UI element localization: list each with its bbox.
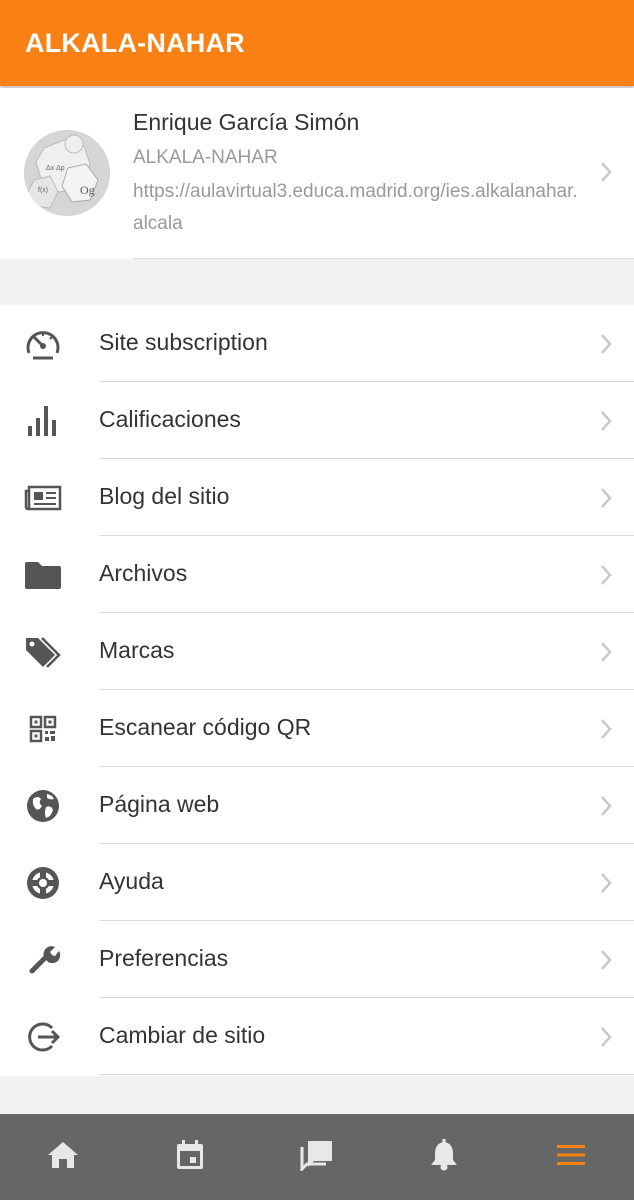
chevron-right-icon	[600, 641, 612, 668]
menu-item-label: Marcas	[99, 637, 175, 663]
menu-item-escanear-qr[interactable]: Escanear código QR	[0, 690, 634, 767]
chevron-right-icon	[600, 161, 612, 188]
chevron-right-icon	[600, 872, 612, 899]
menu-item-calificaciones[interactable]: Calificaciones	[0, 382, 634, 459]
qr-code-icon	[24, 710, 62, 748]
bar-chart-icon	[24, 402, 62, 440]
chevron-right-icon	[600, 718, 612, 745]
tab-home[interactable]	[0, 1114, 127, 1200]
menu-item-label: Archivos	[99, 560, 188, 586]
profile-card[interactable]: Og Δx Δp f(x) Enrique García Simón ALKAL…	[0, 88, 634, 259]
lifebuoy-icon	[24, 864, 62, 902]
menu-item-label: Escanear código QR	[99, 714, 312, 740]
menu-item-label: Site subscription	[99, 329, 268, 355]
sign-out-icon	[24, 1018, 62, 1056]
svg-text:Og: Og	[80, 183, 95, 197]
chevron-right-icon	[600, 487, 612, 514]
site-url: https://aulavirtual3.educa.madrid.org/ie…	[133, 181, 578, 234]
user-name: Enrique García Simón	[133, 109, 360, 135]
menu-icon	[555, 1142, 587, 1173]
chevron-right-icon	[600, 795, 612, 822]
folder-icon	[24, 556, 62, 594]
menu-item-marcas[interactable]: Marcas	[0, 613, 634, 690]
home-icon	[47, 1140, 79, 1175]
menu-item-label: Página web	[99, 791, 220, 817]
chevron-right-icon	[600, 1026, 612, 1053]
svg-text:f(x): f(x)	[38, 187, 48, 194]
wrench-icon	[24, 941, 62, 979]
menu-item-ayuda[interactable]: Ayuda	[0, 844, 634, 921]
site-name: ALKALA-NAHAR	[133, 147, 278, 168]
app-header: ALKALA-NAHAR	[0, 0, 634, 86]
svg-text:Δx Δp: Δx Δp	[46, 165, 65, 172]
messages-icon	[300, 1139, 334, 1176]
menu-item-cambiar-sitio[interactable]: Cambiar de sitio	[0, 998, 634, 1075]
tab-calendar[interactable]	[127, 1114, 254, 1200]
bottom-tab-bar	[0, 1114, 634, 1200]
tab-notifications[interactable]	[380, 1114, 507, 1200]
chevron-right-icon	[600, 949, 612, 976]
menu-item-label: Ayuda	[99, 868, 164, 894]
divider	[99, 1074, 634, 1075]
bell-icon	[429, 1138, 459, 1176]
chevron-right-icon	[600, 410, 612, 437]
newspaper-icon	[24, 479, 62, 517]
menu-item-pagina-web[interactable]: Página web	[0, 767, 634, 844]
divider	[133, 258, 634, 259]
menu-item-label: Calificaciones	[99, 406, 241, 432]
chevron-right-icon	[600, 333, 612, 360]
speedometer-icon	[24, 325, 62, 363]
menu-item-label: Blog del sitio	[99, 483, 230, 509]
menu-item-site-subscription[interactable]: Site subscription	[0, 305, 634, 382]
menu-item-label: Cambiar de sitio	[99, 1022, 266, 1048]
menu-item-label: Preferencias	[99, 945, 229, 971]
tab-more-menu[interactable]	[507, 1114, 634, 1200]
calendar-icon	[175, 1139, 205, 1176]
site-logo-avatar: Og Δx Δp f(x)	[24, 130, 110, 216]
menu-item-preferencias[interactable]: Preferencias	[0, 921, 634, 998]
main-menu: Site subscription Calificaciones Blog de…	[0, 305, 634, 1076]
menu-item-archivos[interactable]: Archivos	[0, 536, 634, 613]
chevron-right-icon	[600, 564, 612, 591]
tags-icon	[24, 633, 62, 671]
tab-messages[interactable]	[254, 1114, 381, 1200]
app-title: ALKALA-NAHAR	[25, 27, 245, 58]
globe-icon	[24, 787, 62, 825]
menu-item-blog[interactable]: Blog del sitio	[0, 459, 634, 536]
